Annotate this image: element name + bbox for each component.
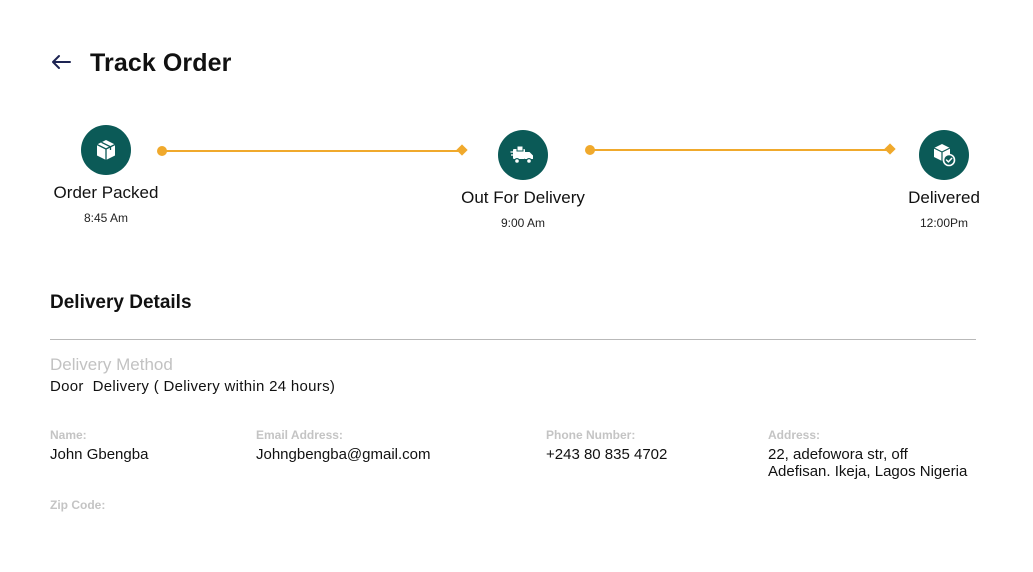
connector-end-diamond [884,143,896,155]
name-value: John Gbengba [50,446,149,463]
phone-label: Phone Number: [546,428,636,442]
phone-value: +243 80 835 4702 [546,446,668,463]
step-order-packed-label: Order Packed [53,183,159,202]
step-delivered-icon-circle [919,130,969,180]
delivery-method-value: Door Delivery ( Delivery within 24 hours… [50,378,336,395]
step-order-packed-icon-circle [81,125,131,175]
step-delivered-time: 12:00Pm [919,216,969,230]
arrow-left-icon [52,55,71,69]
step-order-packed-time: 8:45 Am [83,211,129,225]
delivered-box-check-icon [933,144,956,167]
delivery-method-label: Delivery Method [50,355,173,374]
step-delivered-label: Delivered [908,188,980,207]
address-label: Address: [768,428,821,442]
step-out-for-delivery-time: 9:00 Am [500,216,546,230]
email-value: Johngbengba@gmail.com [256,446,431,463]
connector-line [162,150,462,152]
delivery-details-title: Delivery Details [50,292,192,313]
back-button[interactable] [48,50,78,76]
address-line-1: 22, adefowora str, off [768,446,908,463]
email-label: Email Address: [256,428,343,442]
name-label: Name: [50,428,87,442]
step-out-for-delivery-label: Out For Delivery [461,188,585,207]
zip-code-label: Zip Code: [50,498,106,512]
connector-end-diamond [456,144,468,156]
package-icon [96,140,116,160]
step-out-for-delivery-icon-circle [498,130,548,180]
connector-line [590,149,890,151]
address-line-2: Adefisan. Ikeja, Lagos Nigeria [768,463,968,480]
page-title: Track Order [90,49,232,77]
delivery-truck-icon [510,145,533,165]
section-divider [50,339,976,340]
